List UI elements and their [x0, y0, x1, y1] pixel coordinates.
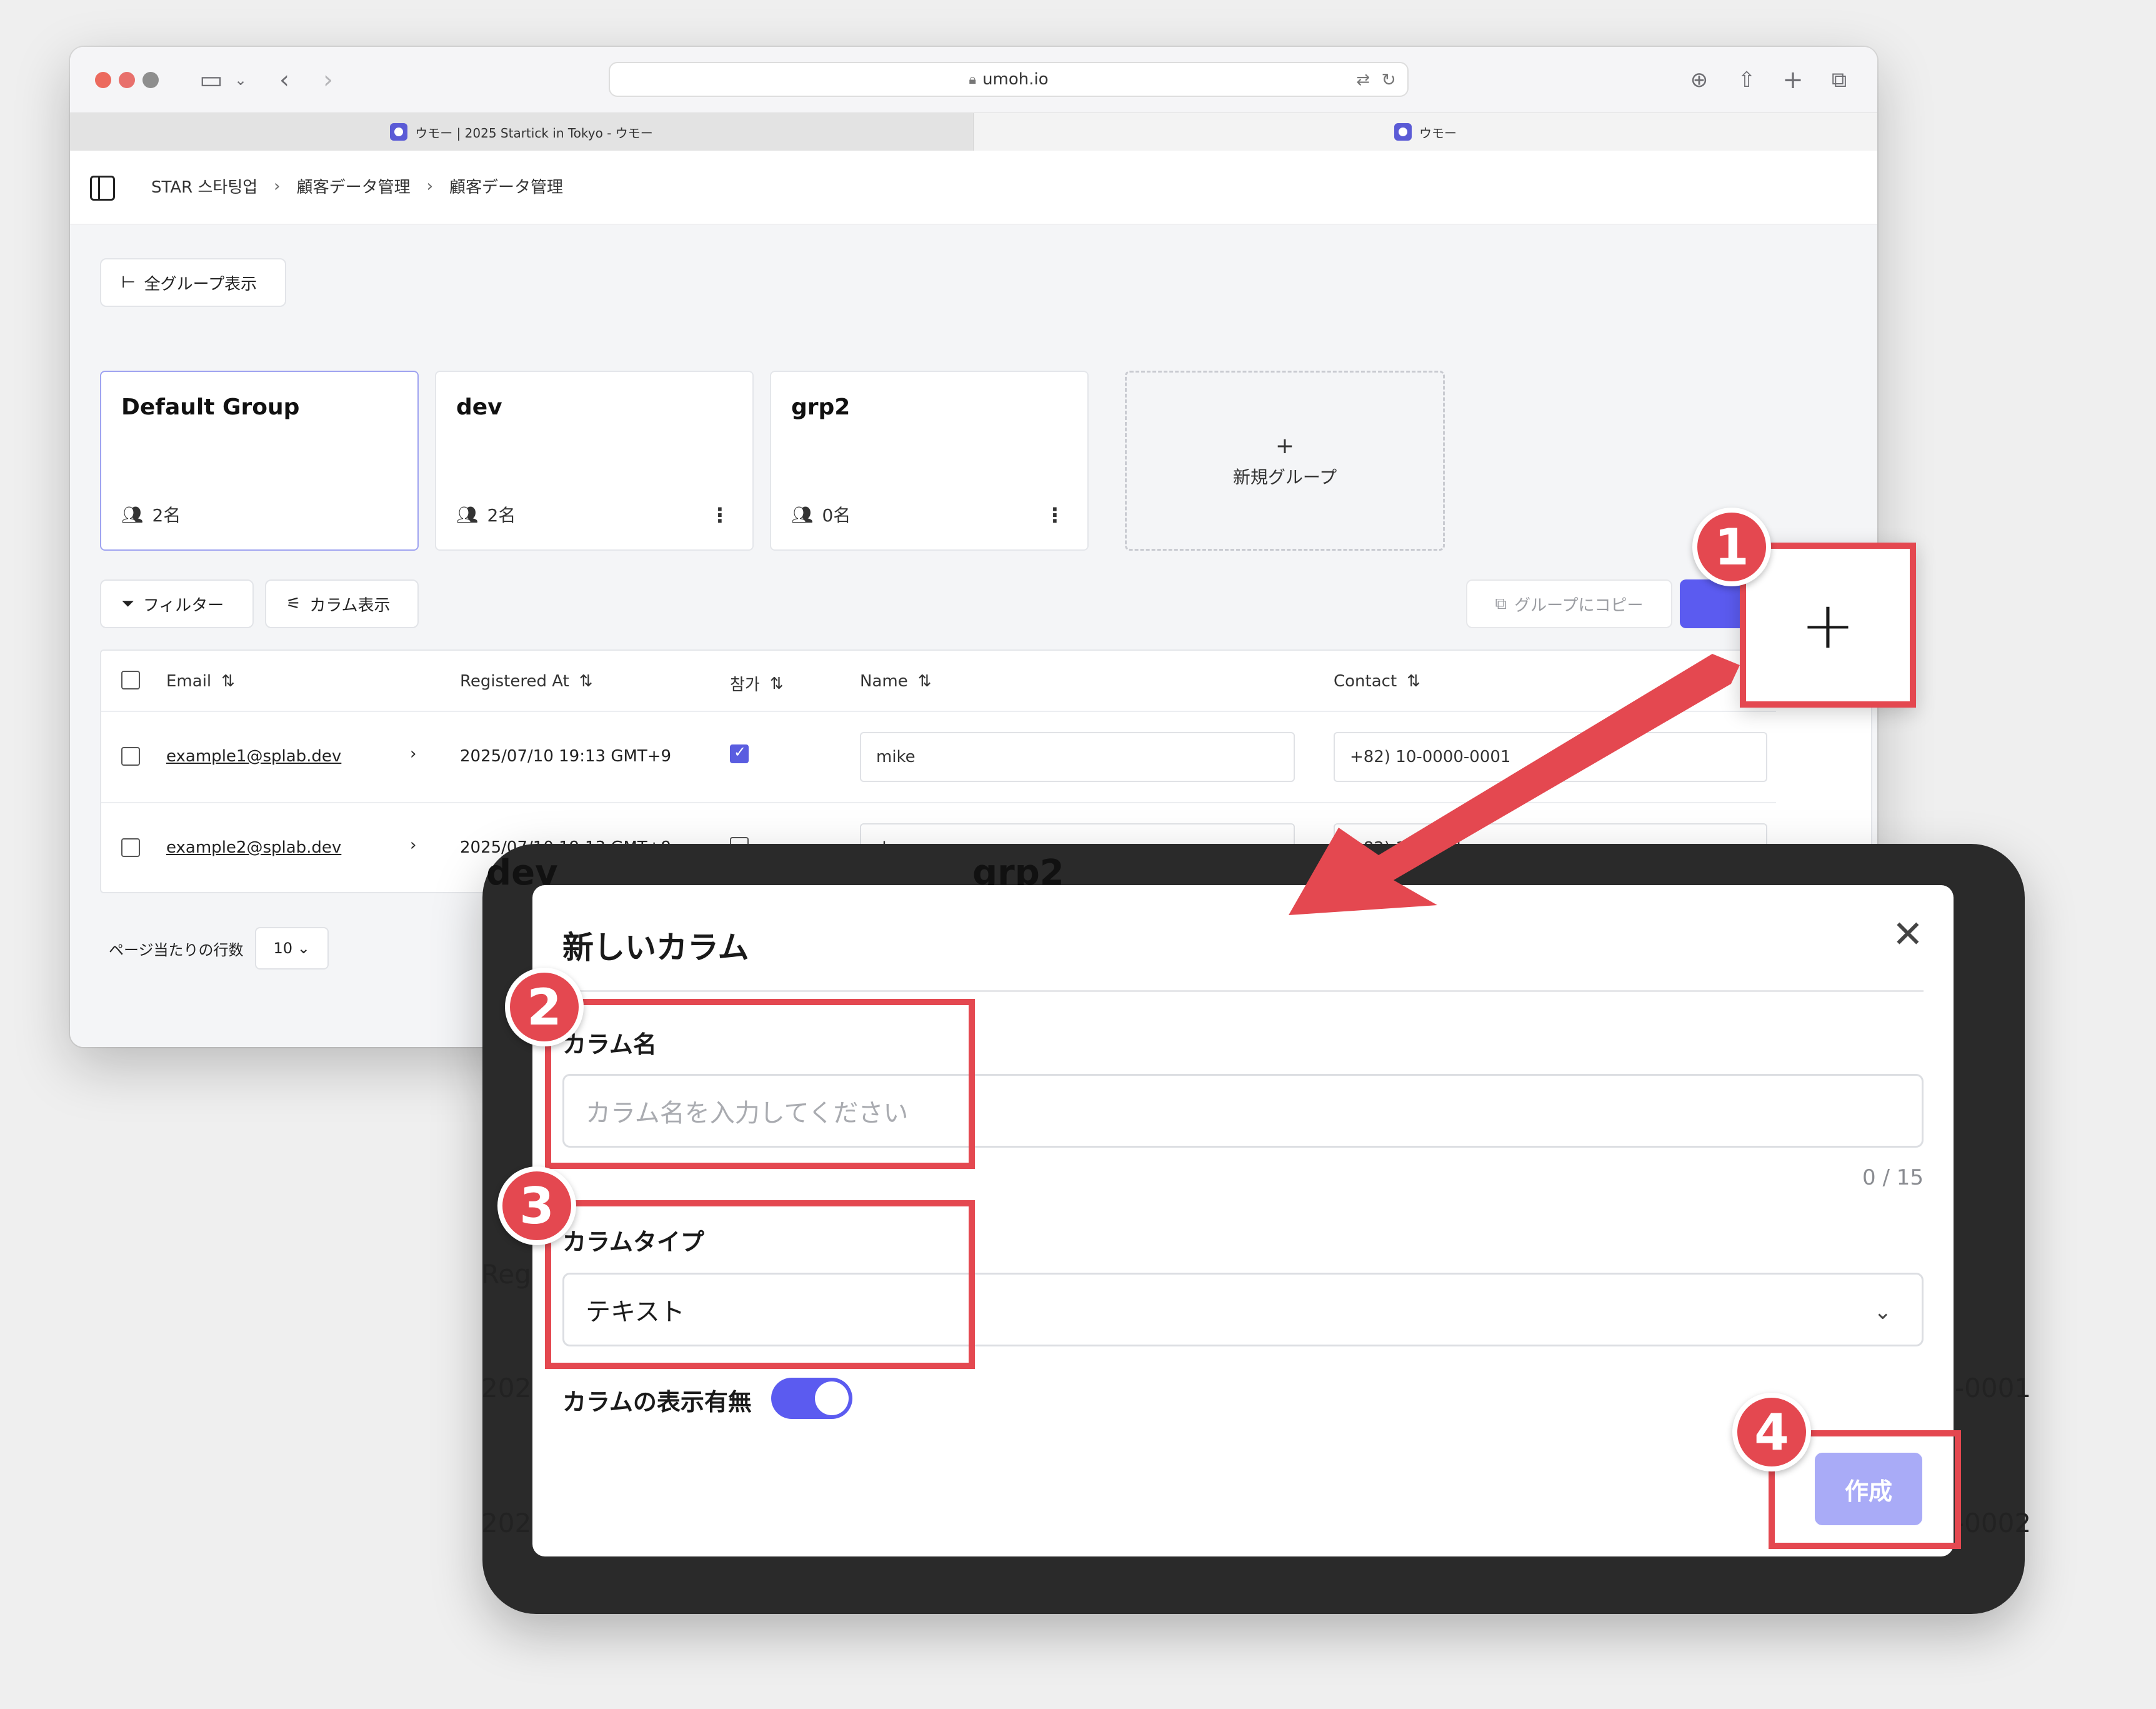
step-badge: 3 — [497, 1166, 576, 1245]
step-badge: 4 — [1732, 1393, 1811, 1471]
step-badge: 2 — [505, 968, 584, 1046]
step-badge: 1 — [1692, 508, 1771, 586]
pointer-arrow — [1289, 654, 1740, 915]
